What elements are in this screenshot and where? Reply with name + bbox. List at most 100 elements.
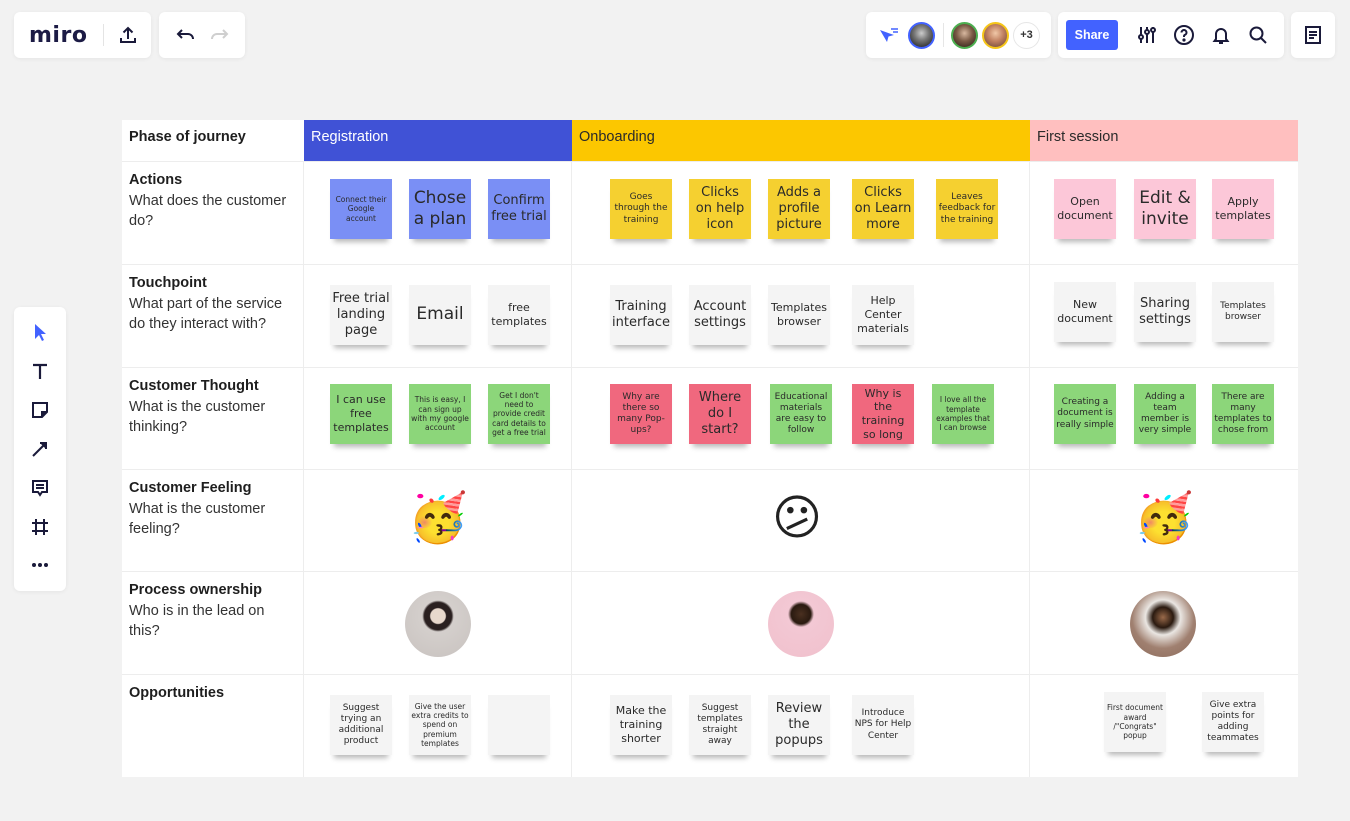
partying-face-emoji-icon[interactable]: 🥳 bbox=[408, 494, 468, 542]
sticky-note[interactable]: New document bbox=[1054, 282, 1116, 342]
cell-first-session: Creating a document is really simple Add… bbox=[1030, 368, 1298, 469]
comment-icon[interactable] bbox=[22, 471, 58, 505]
cell-first-session: New document Sharing settings Templates … bbox=[1030, 265, 1298, 367]
cell-first-session: 🥳 bbox=[1030, 470, 1298, 571]
cell-onboarding: Make the training shorter Suggest templa… bbox=[572, 675, 1030, 777]
undo-icon[interactable] bbox=[176, 27, 196, 43]
sticky-note[interactable]: Creating a document is really simple bbox=[1054, 384, 1116, 444]
cell-first-session bbox=[1030, 572, 1298, 674]
sticky-note[interactable]: Sharing settings bbox=[1134, 282, 1196, 342]
row-label: Opportunities bbox=[122, 675, 304, 777]
search-icon[interactable] bbox=[1239, 20, 1276, 50]
sticky-note[interactable]: Goes through the training bbox=[610, 179, 672, 239]
row-opportunities: Opportunities Suggest trying an addition… bbox=[122, 675, 1298, 777]
divider bbox=[103, 24, 105, 46]
notes-icon[interactable] bbox=[1304, 25, 1322, 45]
sticky-note[interactable]: Open document bbox=[1054, 179, 1116, 239]
sticky-note[interactable]: Suggest templates straight away bbox=[689, 695, 751, 755]
sticky-note[interactable]: Training interface bbox=[610, 285, 672, 345]
collaborators-panel: +3 bbox=[866, 12, 1051, 58]
sticky-note[interactable]: First document award /"Congrats" popup bbox=[1104, 692, 1166, 752]
sticky-note[interactable]: Why are there so many Pop-ups? bbox=[610, 384, 672, 444]
sticky-note[interactable]: free templates bbox=[488, 285, 550, 345]
miro-logo[interactable]: miro bbox=[29, 23, 87, 48]
phase-registration[interactable]: Registration bbox=[304, 120, 572, 161]
sticky-note[interactable]: Templates browser bbox=[768, 285, 830, 345]
sticky-note[interactable]: Clicks on Learn more bbox=[852, 179, 914, 239]
sticky-note[interactable]: This is easy, I can sign up with my goog… bbox=[409, 384, 471, 444]
sticky-note[interactable]: Get I don't need to provide credit card … bbox=[488, 384, 550, 444]
sticky-note[interactable]: Adds a profile picture bbox=[768, 179, 830, 239]
sticky-note[interactable]: Templates browser bbox=[1212, 282, 1274, 342]
divider bbox=[943, 23, 944, 47]
sliders-icon[interactable] bbox=[1128, 20, 1165, 50]
sticky-note[interactable]: Adding a team member is very simple bbox=[1134, 384, 1196, 444]
customer-journey-map: Phase of journey Registration Onboarding… bbox=[122, 120, 1298, 777]
sticky-note[interactable]: Chose a plan bbox=[409, 179, 471, 239]
more-icon[interactable] bbox=[22, 548, 58, 582]
row-label: Touchpoint What part of the service do th… bbox=[122, 265, 304, 367]
sticky-note[interactable]: Clicks on help icon bbox=[689, 179, 751, 239]
row-touchpoint: Touchpoint What part of the service do th… bbox=[122, 265, 1298, 368]
sticky-note[interactable]: Suggest trying an additional product bbox=[330, 695, 392, 755]
share-button[interactable]: Share bbox=[1066, 20, 1118, 50]
sticky-note[interactable]: Educational materials are easy to follow bbox=[770, 384, 832, 444]
sticky-note[interactable]: Why is the training so long bbox=[852, 384, 914, 444]
cell-registration: Suggest trying an additional product Giv… bbox=[304, 675, 572, 777]
sticky-note[interactable]: I can use free templates bbox=[330, 384, 392, 444]
cell-registration: I can use free templates This is easy, I… bbox=[304, 368, 572, 469]
owner-avatar[interactable] bbox=[768, 591, 834, 657]
cursor-follow-icon[interactable] bbox=[878, 26, 900, 44]
avatar[interactable] bbox=[908, 21, 935, 49]
cell-onboarding: Why are there so many Pop-ups? Where do … bbox=[572, 368, 1030, 469]
sticky-note-empty[interactable] bbox=[488, 695, 550, 755]
sticky-note[interactable]: Account settings bbox=[689, 285, 751, 345]
confused-face-emoji-icon[interactable]: 😕 bbox=[772, 494, 822, 542]
owner-avatar[interactable] bbox=[405, 591, 471, 657]
sticky-note[interactable]: There are many templates to chose from bbox=[1212, 384, 1274, 444]
partying-face-emoji-icon[interactable]: 🥳 bbox=[1134, 494, 1194, 542]
undo-redo-panel bbox=[159, 12, 245, 58]
sticky-note[interactable]: Make the training shorter bbox=[610, 695, 672, 755]
sticky-note[interactable]: Where do I start? bbox=[689, 384, 751, 444]
sticky-note[interactable]: Email bbox=[409, 285, 471, 345]
sticky-note[interactable]: Help Center materials bbox=[852, 285, 914, 345]
cell-onboarding: Training interface Account settings Temp… bbox=[572, 265, 1030, 367]
sticky-note[interactable]: Give extra points for adding teammates bbox=[1202, 692, 1264, 752]
frame-icon[interactable] bbox=[22, 510, 58, 544]
sticky-note[interactable]: Leaves feedback for the training bbox=[936, 179, 998, 239]
cell-onboarding: Goes through the training Clicks on help… bbox=[572, 162, 1030, 264]
more-collaborators-badge[interactable]: +3 bbox=[1013, 21, 1040, 49]
arrow-icon[interactable] bbox=[22, 432, 58, 466]
sticky-note[interactable]: Edit & invite bbox=[1134, 179, 1196, 239]
sticky-note[interactable]: Introduce NPS for Help Center bbox=[852, 695, 914, 755]
sticky-note[interactable]: Confirm free trial bbox=[488, 179, 550, 239]
cell-first-session: Open document Edit & invite Apply templa… bbox=[1030, 162, 1298, 264]
sticky-note[interactable]: Connect their Google account bbox=[330, 179, 392, 239]
avatar[interactable] bbox=[982, 21, 1009, 49]
phase-onboarding[interactable]: Onboarding bbox=[572, 120, 1030, 161]
row-customer-thought: Customer Thought What is the customer thi… bbox=[122, 368, 1298, 470]
sticky-note[interactable]: Give the user extra credits to spend on … bbox=[409, 695, 471, 755]
actions-panel: Share bbox=[1058, 12, 1284, 58]
sticky-note[interactable]: Apply templates bbox=[1212, 179, 1274, 239]
sticky-note-icon[interactable] bbox=[22, 393, 58, 427]
phase-first-session[interactable]: First session bbox=[1030, 120, 1298, 161]
cursor-icon[interactable] bbox=[22, 315, 58, 349]
logo-panel: miro bbox=[14, 12, 151, 58]
help-circle-icon[interactable] bbox=[1165, 20, 1202, 50]
bell-icon[interactable] bbox=[1202, 20, 1239, 50]
owner-avatar[interactable] bbox=[1130, 591, 1196, 657]
sticky-note[interactable]: I love all the template examples that I … bbox=[932, 384, 994, 444]
sticky-note[interactable]: Review the popups bbox=[768, 695, 830, 755]
redo-icon[interactable] bbox=[209, 27, 229, 43]
cell-registration: 🥳 bbox=[304, 470, 572, 571]
row-customer-feeling: Customer Feeling What is the customer fee… bbox=[122, 470, 1298, 572]
row-label: Process ownership Who is in the lead on t… bbox=[122, 572, 304, 674]
cell-registration bbox=[304, 572, 572, 674]
text-icon[interactable] bbox=[22, 354, 58, 388]
avatar[interactable] bbox=[951, 21, 978, 49]
upload-icon[interactable] bbox=[118, 25, 138, 45]
sticky-note[interactable]: Free trial landing page bbox=[330, 285, 392, 345]
cell-registration: Free trial landing page Email free templ… bbox=[304, 265, 572, 367]
